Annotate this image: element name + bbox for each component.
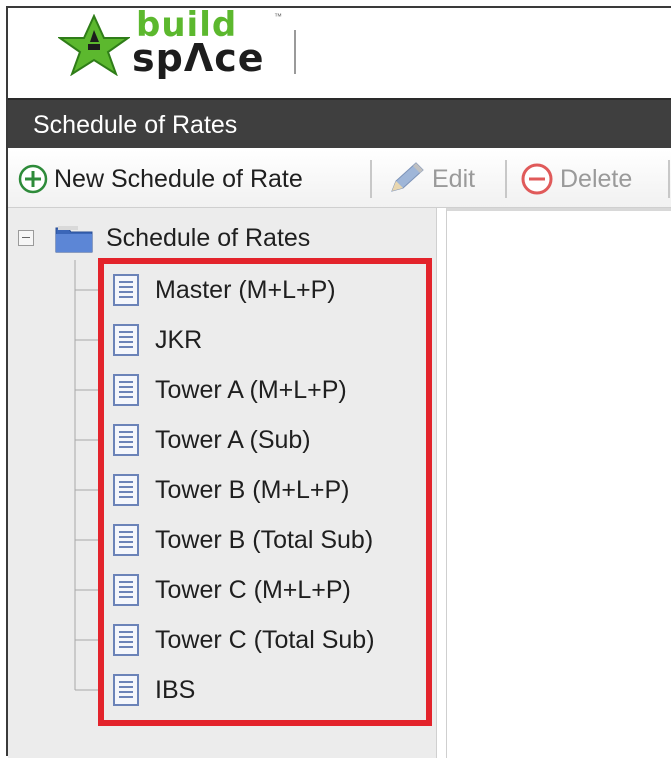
delete-button[interactable]: Delete bbox=[520, 150, 632, 208]
new-schedule-button[interactable]: New Schedule of Rate bbox=[18, 150, 303, 208]
pencil-icon bbox=[391, 162, 424, 192]
tree-item-tower-a-sub[interactable]: Tower A (Sub) bbox=[111, 418, 311, 462]
panel-title-bar: Schedule of Rates bbox=[8, 98, 671, 148]
tree-root-label: Schedule of Rates bbox=[106, 223, 311, 252]
document-icon bbox=[113, 524, 139, 556]
tree-item-label: Tower C (Total Sub) bbox=[155, 625, 375, 654]
toolbar-separator bbox=[370, 160, 372, 198]
document-icon bbox=[113, 324, 139, 356]
detail-panel bbox=[446, 208, 671, 758]
tree-item-label: IBS bbox=[155, 675, 196, 704]
tree-item-tower-b-total-sub[interactable]: Tower B (Total Sub) bbox=[111, 518, 373, 562]
document-icon bbox=[113, 474, 139, 506]
logo-text-space: spΛce bbox=[132, 36, 265, 80]
toolbar-separator bbox=[505, 160, 507, 198]
tree-root-node[interactable]: Schedule of Rates bbox=[18, 216, 310, 260]
header-divider bbox=[294, 30, 296, 74]
buildspace-logo-icon bbox=[58, 14, 130, 76]
tree-item-label: Tower B (M+L+P) bbox=[155, 475, 350, 504]
tree-item-master[interactable]: Master (M+L+P) bbox=[111, 268, 336, 312]
app-window: build spΛce ™ Schedule of Rates New Sche… bbox=[6, 6, 671, 758]
tree-item-label: Tower A (Sub) bbox=[155, 425, 311, 454]
document-icon bbox=[113, 424, 139, 456]
delete-label: Delete bbox=[560, 164, 633, 193]
edit-button[interactable]: Edit bbox=[386, 150, 475, 208]
folder-icon bbox=[55, 226, 93, 253]
toolbar: New Schedule of Rate Edit Delete bbox=[8, 150, 671, 208]
tree-item-label: Tower B (Total Sub) bbox=[155, 525, 374, 554]
tree-item-label: Master (M+L+P) bbox=[155, 275, 336, 304]
edit-label: Edit bbox=[432, 164, 476, 193]
tree-item-tower-b-mlp[interactable]: Tower B (M+L+P) bbox=[111, 468, 350, 512]
toolbar-separator bbox=[668, 160, 670, 198]
plus-circle-icon bbox=[18, 164, 48, 194]
tree-connector-lines bbox=[74, 260, 104, 691]
tree-item-label: JKR bbox=[155, 325, 203, 354]
document-icon bbox=[113, 624, 139, 656]
tree-item-tower-c-total-sub[interactable]: Tower C (Total Sub) bbox=[111, 618, 375, 662]
tree-item-ibs[interactable]: IBS bbox=[111, 668, 195, 712]
document-icon bbox=[113, 674, 139, 706]
tree-item-label: Tower C (M+L+P) bbox=[155, 575, 351, 604]
tree-item-tower-c-mlp[interactable]: Tower C (M+L+P) bbox=[111, 568, 351, 612]
document-icon bbox=[113, 374, 139, 406]
logo-trademark: ™ bbox=[274, 12, 282, 21]
new-schedule-label: New Schedule of Rate bbox=[54, 164, 303, 193]
document-icon bbox=[113, 574, 139, 606]
minus-circle-icon bbox=[521, 163, 553, 195]
panel-title: Schedule of Rates bbox=[33, 111, 238, 139]
document-icon bbox=[113, 274, 139, 306]
tree-item-label: Tower A (M+L+P) bbox=[155, 375, 347, 404]
collapse-toggle-icon[interactable] bbox=[18, 230, 34, 246]
header: build spΛce ™ bbox=[8, 8, 671, 96]
tree-item-jkr[interactable]: JKR bbox=[111, 318, 202, 362]
tree-item-tower-a-mlp[interactable]: Tower A (M+L+P) bbox=[111, 368, 347, 412]
